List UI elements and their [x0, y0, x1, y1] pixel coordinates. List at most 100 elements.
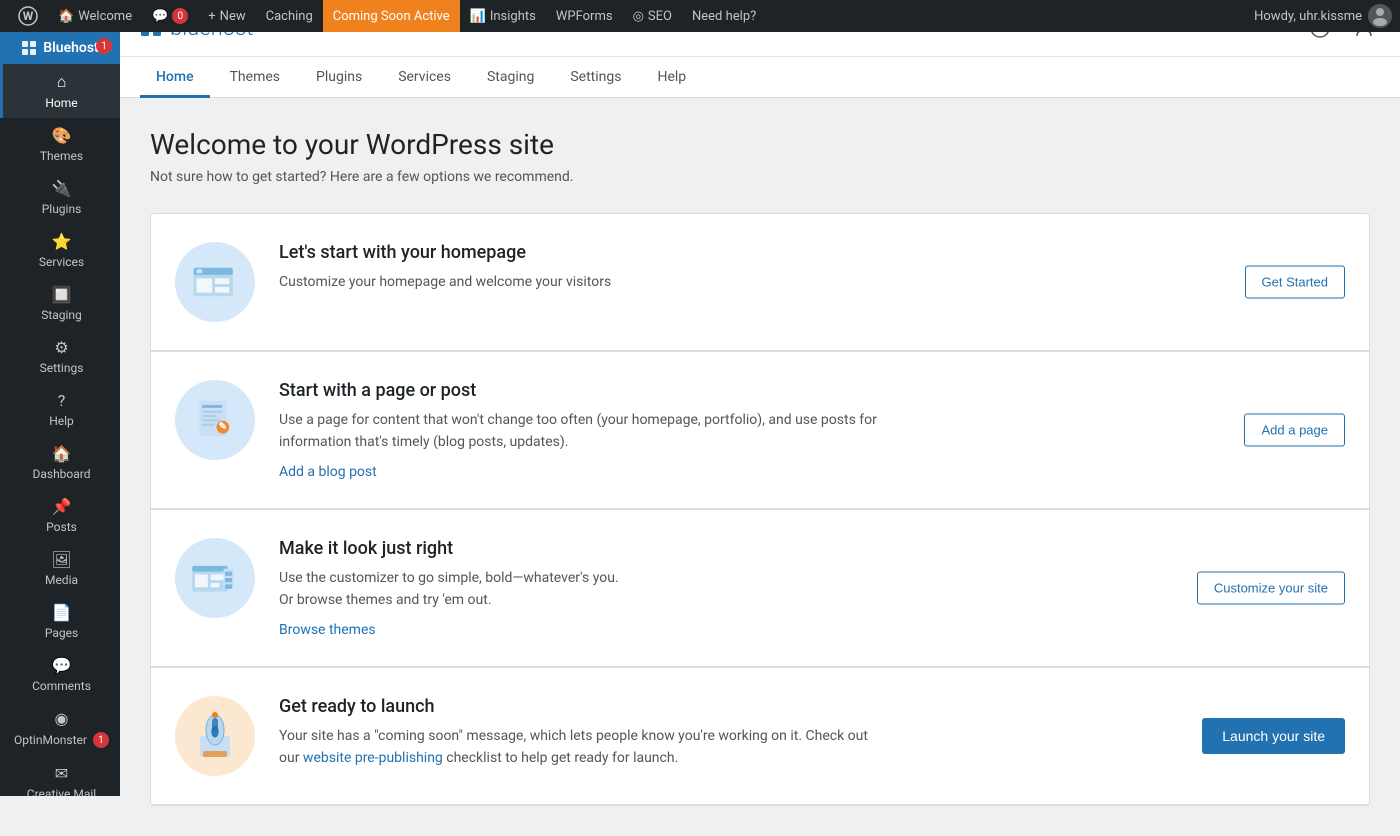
sidebar-staging-label: Staging [41, 308, 82, 322]
sidebar-item-services[interactable]: ⭐ Services [0, 224, 120, 277]
card-look-action: Customize your site [1197, 571, 1345, 604]
sidebar-settings-label: Settings [40, 361, 84, 375]
page-subtitle: Not sure how to get started? Here are a … [150, 169, 1370, 185]
adminbar-wp-icon[interactable]: W [8, 0, 48, 32]
plugins-icon: 🔌 [52, 179, 72, 198]
creative-mail-icon: ✉ [55, 764, 68, 783]
tab-help[interactable]: Help [641, 57, 702, 98]
adminbar-caching-label: Caching [266, 9, 313, 24]
page-title: Welcome to your WordPress site [150, 128, 1370, 161]
sidebar-optinmonster-label: OptinMonster [14, 733, 87, 747]
sidebar-comments-label: Comments [32, 679, 91, 693]
adminbar-seo[interactable]: ◎ SEO [623, 0, 682, 32]
home-icon: ⌂ [57, 72, 67, 92]
sidebar-item-dashboard[interactable]: 🏠 Dashboard [0, 436, 120, 489]
add-page-button[interactable]: Add a page [1244, 413, 1345, 446]
tab-settings[interactable]: Settings [554, 57, 637, 98]
card-look: Make it look just right Use the customiz… [151, 509, 1369, 667]
sidebar-item-staging[interactable]: 🔲 Staging [0, 277, 120, 330]
adminbar-welcome-label: Welcome [78, 9, 132, 24]
svg-text:✎: ✎ [219, 421, 227, 432]
sidebar-item-pages[interactable]: 📄 Pages [0, 595, 120, 648]
comments-badge: 0 [172, 8, 188, 24]
services-icon: ⭐ [52, 232, 72, 251]
card-launch-body: Get ready to launch Your site has a "com… [279, 696, 1345, 770]
adminbar-new[interactable]: + New [198, 0, 255, 32]
adminbar-seo-label: SEO [648, 9, 672, 24]
tab-home[interactable]: Home [140, 57, 210, 98]
browse-themes-link[interactable]: Browse themes [279, 622, 376, 638]
adminbar-caching[interactable]: Caching [256, 0, 323, 32]
tab-plugins[interactable]: Plugins [300, 57, 378, 98]
sidebar-plugins-label: Plugins [42, 202, 82, 216]
seo-icon: ◎ [633, 9, 644, 24]
card-launch-title: Get ready to launch [279, 696, 1345, 717]
themes-icon: 🎨 [52, 126, 72, 145]
tab-staging[interactable]: Staging [471, 57, 550, 98]
sidebar-media-label: Media [45, 573, 78, 587]
card-look-desc: Use the customizer to go simple, bold—wh… [279, 567, 879, 612]
sidebar-item-themes[interactable]: 🎨 Themes [0, 118, 120, 171]
adminbar-help[interactable]: Need help? [682, 0, 766, 32]
sidebar-item-posts[interactable]: 📌 Posts [0, 489, 120, 542]
card-homepage-action: Get Started [1245, 266, 1345, 299]
card-homepage-desc: Customize your homepage and welcome your… [279, 271, 879, 293]
adminbar-wpforms[interactable]: WPForms [546, 0, 623, 32]
optinmonster-badge: 1 [93, 732, 109, 748]
card-homepage-body: Let's start with your homepage Customize… [279, 242, 1345, 293]
pre-publishing-link[interactable]: website pre-publishing [303, 750, 443, 766]
tab-services[interactable]: Services [382, 57, 467, 98]
tab-themes[interactable]: Themes [214, 57, 296, 98]
insights-bar-icon: 📊 [470, 9, 486, 24]
posts-icon: 📌 [52, 497, 72, 516]
pages-icon: 📄 [52, 603, 72, 622]
adminbar-welcome[interactable]: 🏠 Welcome [48, 0, 142, 32]
card-homepage: Let's start with your homepage Customize… [151, 214, 1369, 351]
sidebar-themes-label: Themes [40, 149, 83, 163]
sidebar-item-media[interactable]: 🖼 Media [0, 542, 120, 595]
adminbar-comments[interactable]: 💬 0 [142, 0, 198, 32]
card-page-post-action: Add a page [1244, 413, 1345, 446]
sidebar-item-comments[interactable]: 💬 Comments [0, 648, 120, 701]
sidebar-dashboard-label: Dashboard [32, 467, 90, 481]
sidebar-item-settings[interactable]: ⚙ Settings [0, 330, 120, 383]
card-page-post-title: Start with a page or post [279, 380, 1345, 401]
sidebar-brand-badge: 1 [96, 38, 112, 54]
customize-site-button[interactable]: Customize your site [1197, 571, 1345, 604]
main-content: bluehost ? Home Themes Plugins Services … [120, 0, 1400, 836]
sidebar-item-optinmonster[interactable]: ◉ OptinMonster 1 [0, 701, 120, 756]
cards-container: Let's start with your homepage Customize… [150, 213, 1370, 806]
adminbar-new-label: New [220, 9, 246, 24]
comment-icon: 💬 [152, 9, 168, 24]
card-homepage-title: Let's start with your homepage [279, 242, 1345, 263]
adminbar-coming-soon[interactable]: Coming Soon Active [323, 0, 460, 32]
adminbar-howdy[interactable]: Howdy, uhr.kissme [1254, 4, 1392, 28]
admin-avatar [1368, 4, 1392, 28]
card-launch-desc: Your site has a "coming soon" message, w… [279, 725, 879, 770]
launch-site-button[interactable]: Launch your site [1202, 718, 1345, 754]
sidebar-brand[interactable]: Bluehost 1 [0, 32, 120, 64]
staging-icon: 🔲 [52, 285, 72, 304]
sidebar-item-home[interactable]: ⌂ Home [0, 64, 120, 118]
card-launch-action: Launch your site [1202, 718, 1345, 754]
sidebar-services-label: Services [39, 255, 84, 269]
add-blog-post-link[interactable]: Add a blog post [279, 464, 377, 480]
media-icon: 🖼 [51, 550, 71, 569]
sidebar-item-creative-mail[interactable]: ✉ Creative Mail [0, 756, 120, 796]
page-content: Welcome to your WordPress site Not sure … [120, 98, 1400, 836]
sidebar: Bluehost 1 ⌂ Home 🎨 Themes 🔌 Plugins ⭐ S… [0, 32, 120, 796]
adminbar-wpforms-label: WPForms [556, 9, 613, 24]
adminbar-insights[interactable]: 📊 Insights [460, 0, 546, 32]
sidebar-item-help[interactable]: ? Help [0, 383, 120, 436]
card-page-post-body: Start with a page or post Use a page for… [279, 380, 1345, 480]
howdy-text: Howdy, uhr.kissme [1254, 9, 1362, 24]
card-homepage-illustration [175, 242, 255, 322]
sidebar-item-plugins[interactable]: 🔌 Plugins [0, 171, 120, 224]
get-started-button[interactable]: Get Started [1245, 266, 1345, 299]
svg-text:W: W [23, 9, 34, 23]
dashboard-icon: 🏠 [52, 444, 72, 463]
adminbar-insights-label: Insights [490, 9, 536, 24]
card-launch-illustration [175, 696, 255, 776]
card-look-body: Make it look just right Use the customiz… [279, 538, 1345, 638]
sidebar-brand-label: Bluehost [43, 40, 99, 56]
